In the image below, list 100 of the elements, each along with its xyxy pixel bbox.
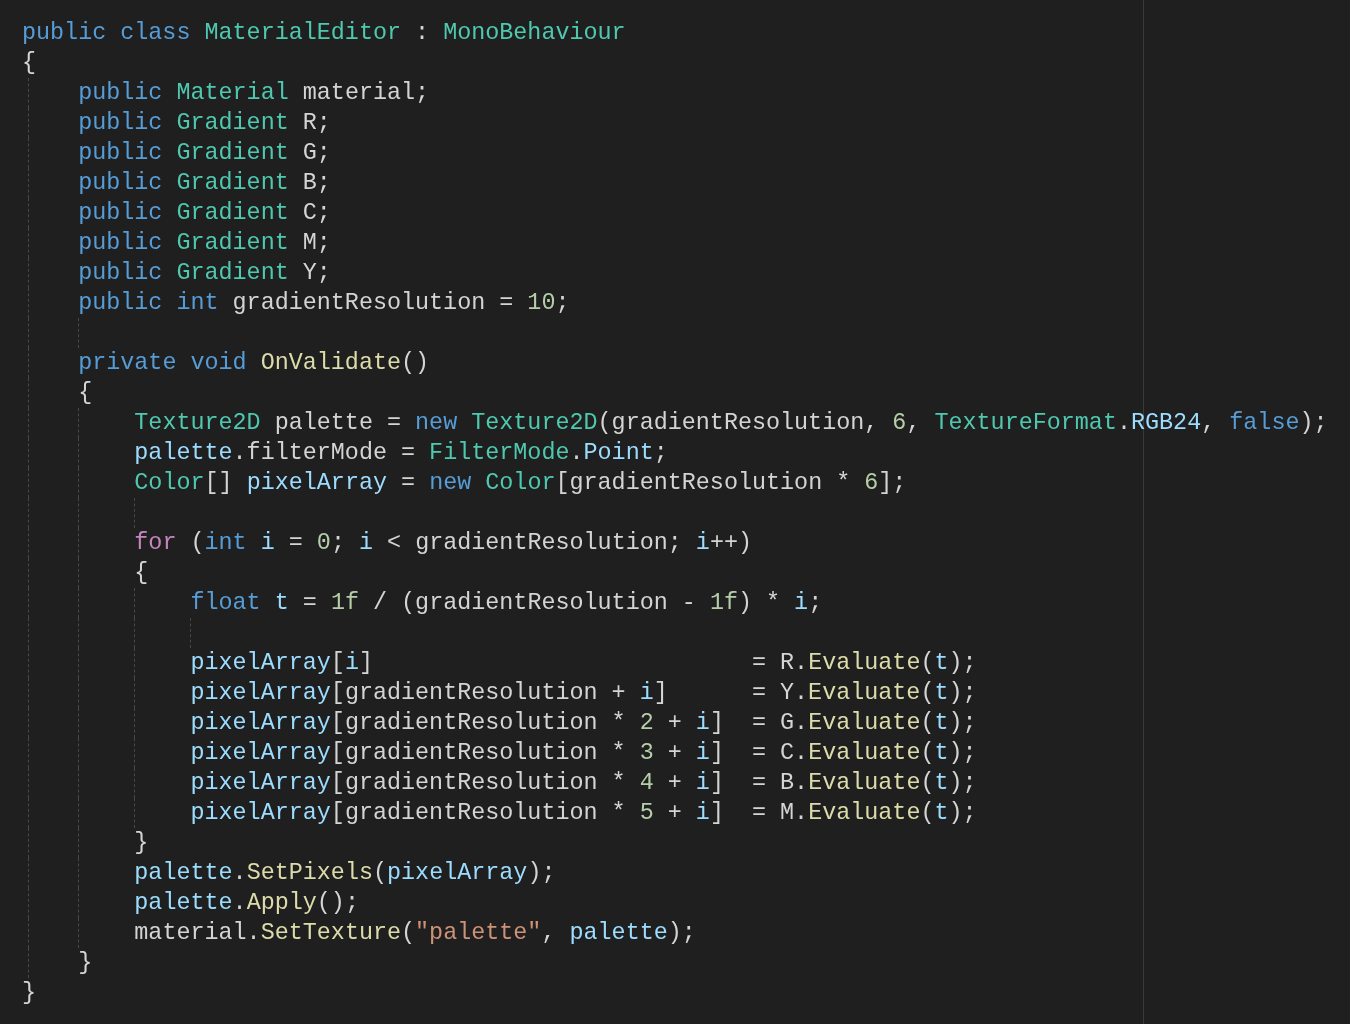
control-keyword: for xyxy=(134,529,177,558)
type-name: Texture2D xyxy=(134,409,262,438)
type-name: MonoBehaviour xyxy=(443,19,626,48)
number-literal: 6 xyxy=(892,409,907,438)
code-text: ]; xyxy=(878,469,907,498)
code-text: material; xyxy=(302,79,430,108)
function-name: Evaluate xyxy=(808,709,921,738)
code-text: palette = xyxy=(274,409,403,438)
code-text: ); xyxy=(948,739,977,768)
variable-name: palette xyxy=(134,859,233,888)
code-text: ; xyxy=(555,289,570,318)
code-text: { xyxy=(134,559,149,588)
variable-name: pixelArray xyxy=(246,469,387,498)
keyword: public xyxy=(78,169,164,198)
keyword: false xyxy=(1229,409,1300,438)
code-text: + xyxy=(666,709,683,738)
code-text: [gradientResolution * xyxy=(330,739,627,768)
code-text: ( xyxy=(372,859,387,888)
code-text: ); xyxy=(948,649,977,678)
code-text: { xyxy=(78,379,93,408)
type-name: Color xyxy=(485,469,556,498)
code-text: ; xyxy=(330,529,346,558)
code-text: ] = C. xyxy=(709,739,809,768)
keyword: public xyxy=(78,229,164,258)
variable-name: t xyxy=(934,649,949,678)
code-text: ) * xyxy=(737,589,782,618)
type-name: Gradient xyxy=(176,139,290,168)
code-text: ] = B. xyxy=(709,769,809,798)
variable-name: pixelArray xyxy=(190,799,331,828)
variable-name: t xyxy=(934,679,949,708)
variable-name: i xyxy=(695,739,710,768)
code-text: ); xyxy=(948,709,977,738)
code-text: R; xyxy=(302,109,331,138)
type-name: Gradient xyxy=(176,169,290,198)
code-text: ); xyxy=(667,919,696,948)
keyword: public xyxy=(78,109,164,138)
keyword: public int xyxy=(78,289,220,318)
code-text: () xyxy=(401,349,430,378)
code-text: [gradientResolution + xyxy=(330,679,627,708)
keyword: public xyxy=(78,139,164,168)
variable-name: i xyxy=(639,679,654,708)
number-literal: 1f xyxy=(330,589,359,618)
function-name: Evaluate xyxy=(808,769,921,798)
code-text: ); xyxy=(1299,409,1328,438)
code-text: [gradientResolution * xyxy=(330,709,627,738)
type-name: FilterMode xyxy=(429,439,570,468)
code-text: . xyxy=(232,889,247,918)
function-name: OnValidate xyxy=(260,349,401,378)
code-text: Y; xyxy=(302,259,331,288)
code-text: . xyxy=(569,439,584,468)
variable-name: Point xyxy=(583,439,654,468)
variable-name: i xyxy=(695,769,710,798)
code-text: { xyxy=(22,49,37,78)
function-name: Evaluate xyxy=(808,739,921,768)
code-text: B; xyxy=(302,169,331,198)
variable-name: t xyxy=(934,739,949,768)
number-literal: 2 xyxy=(639,709,654,738)
variable-name: pixelArray xyxy=(190,739,331,768)
code-text: / (gradientResolution - xyxy=(372,589,697,618)
code-text: , xyxy=(541,919,557,948)
code-text: ; xyxy=(653,439,668,468)
variable-name: pixelArray xyxy=(190,649,331,678)
variable-name: i xyxy=(344,649,359,678)
code-text: + xyxy=(666,739,683,768)
code-text: ( xyxy=(920,769,935,798)
variable-name: i xyxy=(695,799,710,828)
variable-name: pixelArray xyxy=(190,769,331,798)
number-literal: 10 xyxy=(527,289,556,318)
type-name: TextureFormat xyxy=(934,409,1117,438)
code-text: [gradientResolution * xyxy=(330,799,627,828)
code-text: , xyxy=(1201,409,1217,438)
code-text: [gradientResolution * xyxy=(330,769,627,798)
variable-name: i xyxy=(794,589,809,618)
keyword: int xyxy=(204,529,248,558)
type-name: MaterialEditor xyxy=(204,19,401,48)
keyword: new xyxy=(415,409,459,438)
function-name: Evaluate xyxy=(808,799,921,828)
code-text: (gradientResolution, xyxy=(597,409,880,438)
code-text: . xyxy=(1116,409,1131,438)
keyword: new xyxy=(429,469,473,498)
keyword: public xyxy=(78,199,164,228)
code-text: ] = G. xyxy=(709,709,809,738)
code-text: ] = Y. xyxy=(653,679,809,708)
code-text: ++) xyxy=(709,529,753,558)
code-text: < gradientResolution; xyxy=(386,529,683,558)
function-name: Evaluate xyxy=(808,679,921,708)
type-name: Gradient xyxy=(176,199,290,228)
variable-name: palette xyxy=(134,889,233,918)
code-text: = xyxy=(400,469,417,498)
number-literal: 6 xyxy=(864,469,879,498)
function-name: SetTexture xyxy=(260,919,402,948)
code-text: : xyxy=(414,19,431,48)
code-text: G; xyxy=(302,139,331,168)
code-text: ] = M. xyxy=(709,799,809,828)
variable-name: i xyxy=(695,529,710,558)
code-text: M; xyxy=(302,229,331,258)
keyword: private void xyxy=(78,349,248,378)
code-text: ); xyxy=(527,859,556,888)
code-text: ( xyxy=(920,739,935,768)
code-text: + xyxy=(666,769,683,798)
